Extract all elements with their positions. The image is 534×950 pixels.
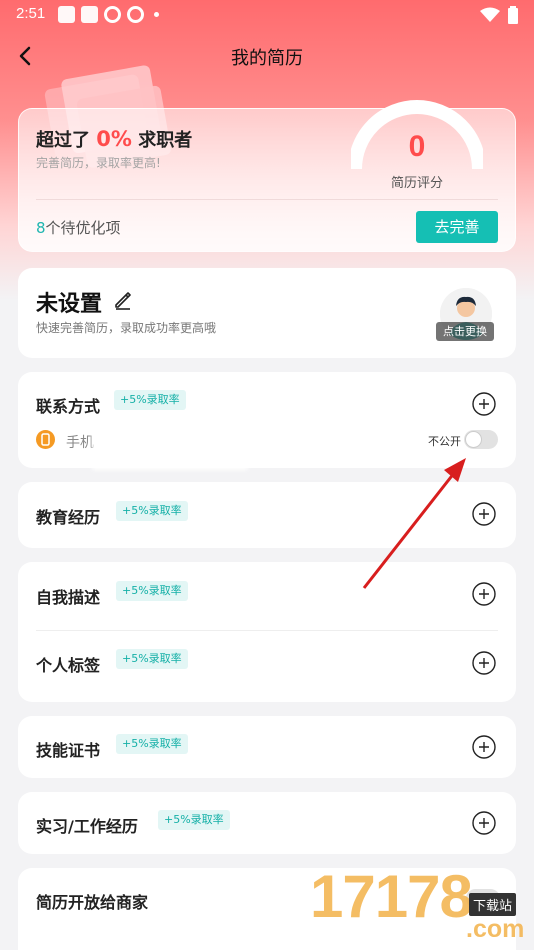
education-badge: +5%录取率	[116, 501, 188, 521]
phone-number-redacted	[92, 418, 248, 470]
toggle-knob	[465, 431, 482, 448]
status-bar: 2:51	[0, 0, 534, 30]
work-title: 实习/工作经历	[36, 817, 138, 836]
self-description-title: 自我描述	[36, 588, 101, 607]
private-label: 不公开	[428, 435, 461, 448]
wifi-icon	[480, 7, 500, 22]
add-tags-icon[interactable]	[472, 651, 496, 675]
more-notifications-icon	[154, 12, 159, 17]
profile-name[interactable]: 未设置	[36, 286, 102, 318]
phone-privacy-toggle[interactable]	[464, 430, 498, 449]
contact-badge: +5%录取率	[114, 390, 186, 410]
edit-pencil-icon[interactable]	[113, 290, 133, 310]
watermark-suffix: .com	[466, 915, 525, 943]
score-subtitle: 完善简历，录取率更高!	[36, 156, 161, 170]
pending-text: 个待优化项	[45, 219, 121, 237]
system-icons	[480, 6, 518, 24]
battery-icon	[508, 6, 518, 24]
pending-items: 8个待优化项	[36, 217, 121, 238]
add-self-description-icon[interactable]	[472, 582, 496, 606]
pending-count: 8	[36, 219, 46, 237]
app-notification-icon	[58, 6, 75, 23]
resume-score: 0	[408, 130, 426, 163]
open-title: 简历开放给商家	[36, 893, 149, 912]
status-time: 2:51	[16, 5, 46, 22]
add-skills-icon[interactable]	[472, 735, 496, 759]
tags-badge: +5%录取率	[116, 649, 188, 669]
app-notification-icon	[81, 6, 98, 23]
work-badge: +5%录取率	[158, 810, 230, 830]
exceeded-prefix: 超过了	[36, 130, 90, 151]
watermark-tag: 下载站	[469, 893, 517, 916]
app-notification-icon	[127, 6, 144, 23]
change-avatar-label[interactable]: 点击更换	[436, 322, 494, 341]
watermark-logo: 17178	[310, 863, 473, 930]
add-work-icon[interactable]	[472, 811, 496, 835]
exceeded-percent: 0%	[96, 127, 132, 151]
divider	[36, 630, 498, 631]
app-notification-icon	[104, 6, 121, 23]
tags-title: 个人标签	[36, 656, 101, 675]
education-title: 教育经历	[36, 508, 101, 527]
improve-button[interactable]: 去完善	[416, 211, 498, 243]
add-education-icon[interactable]	[472, 502, 496, 526]
exceeded-suffix: 求职者	[138, 130, 193, 151]
add-contact-icon[interactable]	[472, 392, 496, 416]
score-label: 简历评分	[390, 176, 443, 191]
self-description-card[interactable]	[18, 562, 516, 702]
phone-label: 手机	[66, 435, 94, 451]
phone-icon	[36, 430, 55, 449]
notification-icons	[58, 6, 159, 23]
self-description-badge: +5%录取率	[116, 581, 188, 601]
skills-badge: +5%录取率	[116, 734, 188, 754]
skills-title: 技能证书	[36, 741, 101, 760]
exceeded-text: 超过了 0% 求职者	[36, 126, 192, 152]
divider	[36, 199, 498, 200]
profile-subtitle: 快速完善简历，录取成功率更高哦	[36, 321, 217, 335]
contact-title: 联系方式	[36, 397, 101, 416]
